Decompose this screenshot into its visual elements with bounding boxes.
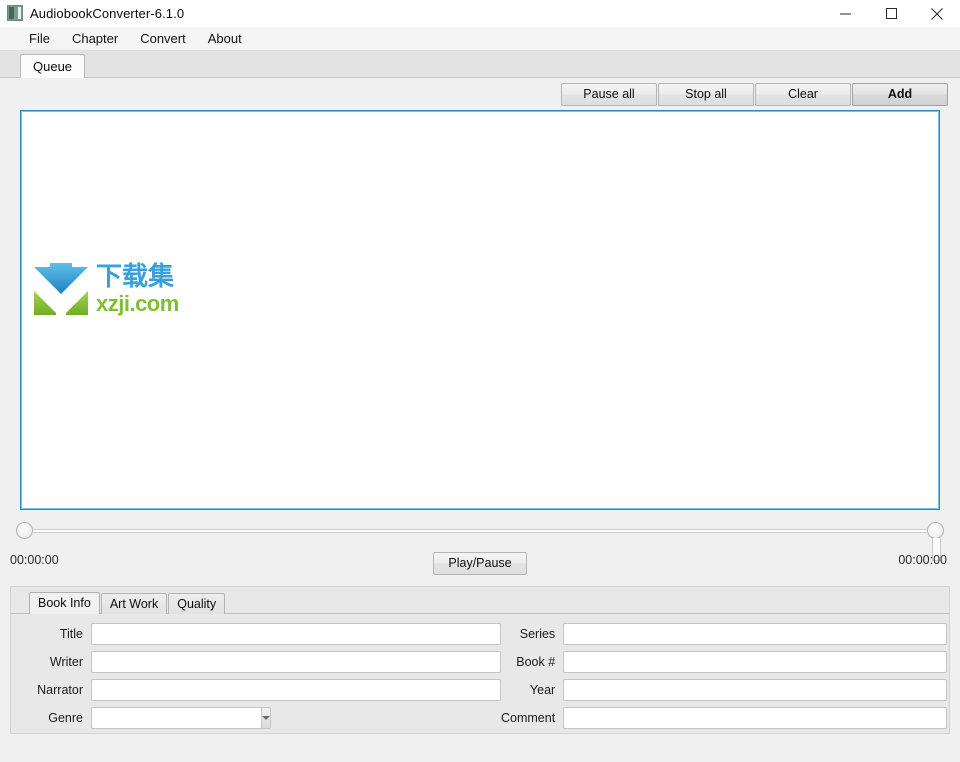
tab-queue[interactable]: Queue (20, 54, 86, 78)
slider-track[interactable] (26, 529, 934, 533)
tab-art-work[interactable]: Art Work (100, 593, 168, 614)
pause-all-button[interactable]: Pause all (561, 82, 657, 106)
window-controls (822, 0, 960, 27)
label-title: Title (59, 627, 83, 641)
menu-item-convert[interactable]: Convert (129, 29, 197, 48)
clear-button[interactable]: Clear (755, 82, 851, 106)
queue-area: 下载集 xzji.com (0, 110, 960, 510)
menu-item-chapter[interactable]: Chapter (61, 29, 129, 48)
title-input[interactable] (91, 623, 501, 645)
menu-bar: File Chapter Convert About (0, 27, 960, 51)
app-icon (7, 5, 23, 21)
series-input[interactable] (563, 623, 948, 645)
tab-quality[interactable]: Quality (168, 593, 226, 614)
watermark-text: 下载集 xzji.com (96, 264, 179, 315)
label-narrator: Narrator (37, 683, 83, 697)
watermark-en: xzji.com (96, 290, 179, 316)
field-book-number-wrap (563, 651, 948, 673)
metadata-panel: Book Info Art Work Quality Title Series … (10, 586, 950, 734)
genre-input[interactable] (92, 708, 261, 728)
watermark: 下载集 xzji.com (32, 261, 179, 317)
add-button[interactable]: Add (852, 82, 948, 106)
queue-toolbar: Pause all Stop all Clear Add (0, 78, 960, 110)
field-title-wrap (91, 623, 501, 645)
comment-input[interactable] (563, 707, 948, 729)
field-narrator-wrap (91, 679, 501, 701)
title-bar: AudiobookConverter-6.1.0 (0, 0, 960, 27)
book-info-form: Title Series Writer Book # Narrator Year… (11, 614, 949, 729)
minimize-button[interactable] (822, 0, 868, 27)
label-writer: Writer (49, 655, 83, 669)
transport-bar: 00:00:00 Play/Pause 00:00:00 (0, 544, 960, 582)
label-series: Series (519, 627, 556, 641)
field-genre-wrap (91, 707, 501, 729)
field-series-wrap (563, 623, 948, 645)
chevron-down-icon[interactable] (261, 708, 270, 728)
time-start-label: 00:00:00 (10, 553, 59, 567)
window-title: AudiobookConverter-6.1.0 (30, 5, 185, 21)
watermark-cn: 下载集 (96, 261, 175, 292)
maximize-button[interactable] (868, 0, 914, 27)
field-comment-wrap (563, 707, 948, 729)
slider-handle-start[interactable] (16, 522, 33, 539)
stop-all-button[interactable]: Stop all (658, 82, 754, 106)
narrator-input[interactable] (91, 679, 501, 701)
time-end-label: 00:00:00 (898, 553, 947, 567)
bottom-tab-strip: Book Info Art Work Quality (11, 591, 949, 614)
field-year-wrap (563, 679, 948, 701)
slider-handle-end[interactable] (927, 522, 944, 561)
queue-list[interactable]: 下载集 xzji.com (20, 110, 940, 510)
year-input[interactable] (563, 679, 948, 701)
label-book-number: Book # (516, 655, 556, 669)
label-year: Year (529, 683, 556, 697)
play-pause-button[interactable]: Play/Pause (433, 551, 527, 575)
genre-combobox[interactable] (91, 707, 271, 729)
playback-slider[interactable] (8, 518, 952, 561)
label-comment: Comment (501, 711, 556, 725)
book-number-input[interactable] (563, 651, 948, 673)
close-button[interactable] (914, 0, 960, 27)
writer-input[interactable] (91, 651, 501, 673)
top-tab-strip: Queue (0, 51, 960, 78)
menu-item-about[interactable]: About (197, 29, 253, 48)
label-genre: Genre (48, 711, 83, 725)
tab-book-info[interactable]: Book Info (29, 592, 100, 614)
menu-item-file[interactable]: File (18, 29, 61, 48)
field-writer-wrap (91, 651, 501, 673)
xzji-logo-icon (34, 263, 88, 315)
